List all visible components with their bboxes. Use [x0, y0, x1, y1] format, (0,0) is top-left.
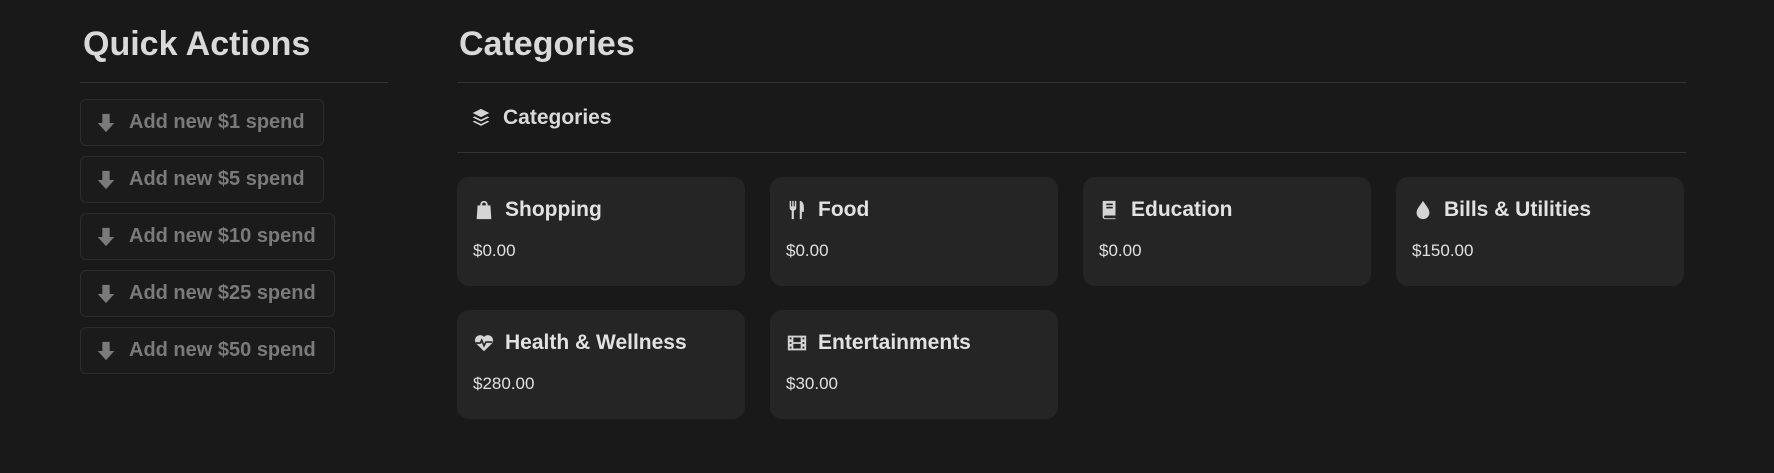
shopping-bag-icon	[476, 200, 492, 220]
category-name: Entertainments	[818, 331, 971, 354]
utensils-icon	[789, 200, 804, 220]
category-amount: $0.00	[473, 241, 516, 260]
film-icon	[787, 335, 807, 351]
category-card-health-wellness[interactable]: Health & Wellness $280.00	[457, 310, 745, 419]
category-amount: $150.00	[1412, 241, 1474, 260]
category-name: Bills & Utilities	[1444, 198, 1592, 221]
category-amount: $0.00	[1099, 241, 1142, 260]
categories-section: Categories Categories Shopping $0.00 Foo…	[457, 22, 1686, 419]
category-card-shopping[interactable]: Shopping $0.00	[457, 177, 745, 286]
water-drop-icon	[1416, 200, 1430, 220]
button-label: Add new $25 spend	[129, 282, 316, 304]
button-label: Add new $5 spend	[129, 168, 305, 190]
button-label: Add new $10 spend	[129, 225, 316, 247]
button-label: Add new $1 spend	[129, 111, 305, 133]
categories-view-label: Categories	[503, 105, 612, 129]
arrow-down-icon	[97, 113, 115, 132]
category-name: Education	[1131, 198, 1233, 221]
category-card-food[interactable]: Food $0.00	[770, 177, 1058, 286]
categories-title: Categories	[459, 25, 635, 63]
arrow-down-icon	[97, 341, 115, 360]
categories-grid: Shopping $0.00 Food $0.00 Education $0.0…	[457, 177, 1686, 419]
arrow-down-icon	[97, 284, 115, 303]
category-name: Food	[818, 198, 870, 221]
arrow-down-icon	[97, 227, 115, 246]
page: Quick Actions Add new $1 spend Add new $…	[0, 0, 1774, 473]
quick-actions-section: Quick Actions Add new $1 spend Add new $…	[80, 22, 388, 374]
add-5-spend-button[interactable]: Add new $5 spend	[80, 156, 324, 203]
layers-icon	[472, 108, 490, 126]
category-amount: $30.00	[786, 374, 838, 393]
category-name: Health & Wellness	[505, 331, 687, 354]
category-card-entertainments[interactable]: Entertainments $30.00	[770, 310, 1058, 419]
divider	[80, 82, 388, 83]
category-card-education[interactable]: Education $0.00	[1083, 177, 1371, 286]
quick-actions-list: Add new $1 spend Add new $5 spend Add ne…	[80, 99, 388, 374]
add-1-spend-button[interactable]: Add new $1 spend	[80, 99, 324, 146]
category-amount: $0.00	[786, 241, 829, 260]
add-25-spend-button[interactable]: Add new $25 spend	[80, 270, 335, 317]
heart-pulse-icon	[474, 335, 494, 352]
categories-view-tab[interactable]: Categories	[457, 83, 1686, 153]
quick-actions-title: Quick Actions	[83, 25, 311, 63]
add-50-spend-button[interactable]: Add new $50 spend	[80, 327, 335, 374]
category-card-bills-utilities[interactable]: Bills & Utilities $150.00	[1396, 177, 1684, 286]
book-icon	[1102, 200, 1116, 220]
arrow-down-icon	[97, 170, 115, 189]
add-10-spend-button[interactable]: Add new $10 spend	[80, 213, 335, 260]
category-name: Shopping	[505, 198, 602, 221]
button-label: Add new $50 spend	[129, 339, 316, 361]
category-amount: $280.00	[473, 374, 535, 393]
